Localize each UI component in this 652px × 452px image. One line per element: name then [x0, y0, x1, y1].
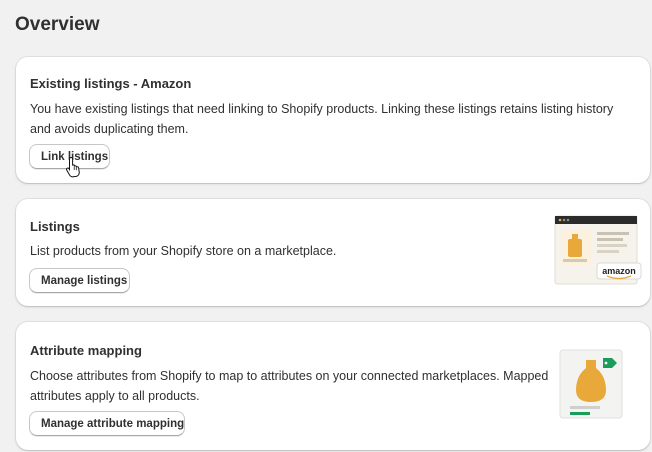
overview-page: Overview Existing listings - Amazon You …	[0, 0, 652, 452]
attribute-mapping-title: Attribute mapping	[30, 343, 142, 358]
manage-listings-button[interactable]: Manage listings	[29, 268, 130, 293]
manage-attribute-mapping-button[interactable]: Manage attribute mapping	[29, 411, 185, 436]
existing-listings-card: Existing listings - Amazon You have exis…	[16, 57, 650, 183]
link-listings-button[interactable]: Link listings	[29, 144, 110, 169]
listings-description: List products from your Shopify store on…	[30, 244, 337, 258]
attribute-mapping-card: Attribute mapping Choose attributes from…	[16, 322, 650, 450]
amazon-badge-label: amazon	[602, 266, 636, 276]
existing-listings-title: Existing listings - Amazon	[30, 76, 192, 91]
page-title: Overview	[15, 14, 100, 35]
attribute-mapping-illustration	[559, 349, 623, 419]
existing-listings-description: You have existing listings that need lin…	[30, 102, 614, 136]
listings-title: Listings	[30, 219, 80, 234]
listings-card: Listings List products from your Shopify…	[16, 199, 650, 306]
attribute-mapping-description: Choose attributes from Shopify to map to…	[30, 369, 549, 403]
amazon-marketplace-illustration: amazon	[554, 215, 642, 285]
